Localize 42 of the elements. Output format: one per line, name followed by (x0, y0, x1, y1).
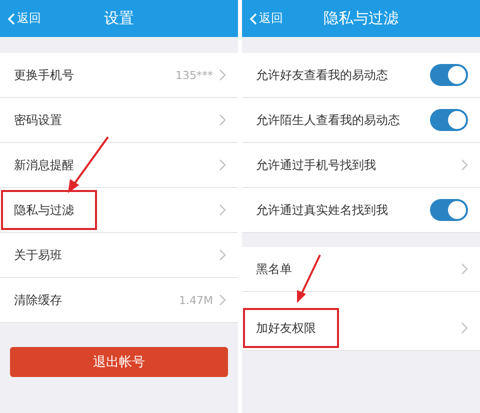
chevron-icon (461, 159, 468, 171)
settings-row[interactable]: 加好友权限 (242, 306, 480, 351)
chevron-icon (461, 322, 468, 334)
logout-button[interactable]: 退出帐号 (10, 347, 228, 377)
row-label: 更换手机号 (14, 66, 75, 84)
back-chevron-icon (8, 12, 15, 24)
chevron-icon (219, 114, 226, 126)
row-label: 清除缓存 (14, 292, 63, 308)
settings-row[interactable]: 允许好友查看我的易动态 (242, 53, 480, 98)
settings-row[interactable]: 隐私与过滤 (0, 188, 238, 233)
row-label: 黑名单 (256, 260, 293, 278)
row-label: 允许好友查看我的易动态 (256, 66, 389, 84)
row-value: 1.47M (179, 294, 213, 306)
chevron-icon (219, 69, 226, 81)
settings-row[interactable]: 清除缓存 1.47M (0, 278, 238, 323)
settings-row[interactable]: 允许通过手机号找到我 (242, 143, 480, 188)
page-title: 设置 (104, 9, 134, 27)
settings-row[interactable]: 更换手机号 135*** (0, 53, 238, 98)
chevron-icon (219, 294, 226, 306)
row-label: 允许通过手机号找到我 (256, 156, 377, 174)
settings-row[interactable]: 允许通过真实姓名找到我 (242, 188, 480, 233)
chevron-icon (461, 263, 468, 275)
settings-row[interactable]: 密码设置 (0, 98, 238, 143)
row-label: 允许陌生人查看我的易动态 (256, 112, 401, 128)
settings-row[interactable]: 关于易班 (0, 233, 238, 278)
row-label: 允许通过真实姓名找到我 (256, 202, 389, 218)
page-title: 隐私与过滤 (324, 9, 398, 27)
chevron-icon (219, 204, 226, 216)
settings-row[interactable]: 允许陌生人查看我的易动态 (242, 98, 480, 143)
row-label: 密码设置 (14, 112, 63, 128)
row-value: 135*** (176, 68, 213, 82)
chevron-icon (219, 249, 226, 261)
toggle-switch[interactable] (430, 109, 468, 131)
row-label: 隐私与过滤 (14, 202, 75, 218)
settings-row[interactable]: 黑名单 (242, 247, 480, 292)
toggle-switch[interactable] (430, 199, 468, 221)
chevron-icon (219, 159, 226, 171)
back-chevron-icon (250, 12, 257, 24)
toggle-switch[interactable] (430, 64, 468, 86)
row-label: 关于易班 (14, 246, 63, 264)
row-label: 新消息提醒 (14, 156, 75, 174)
row-label: 加好友权限 (256, 320, 317, 336)
